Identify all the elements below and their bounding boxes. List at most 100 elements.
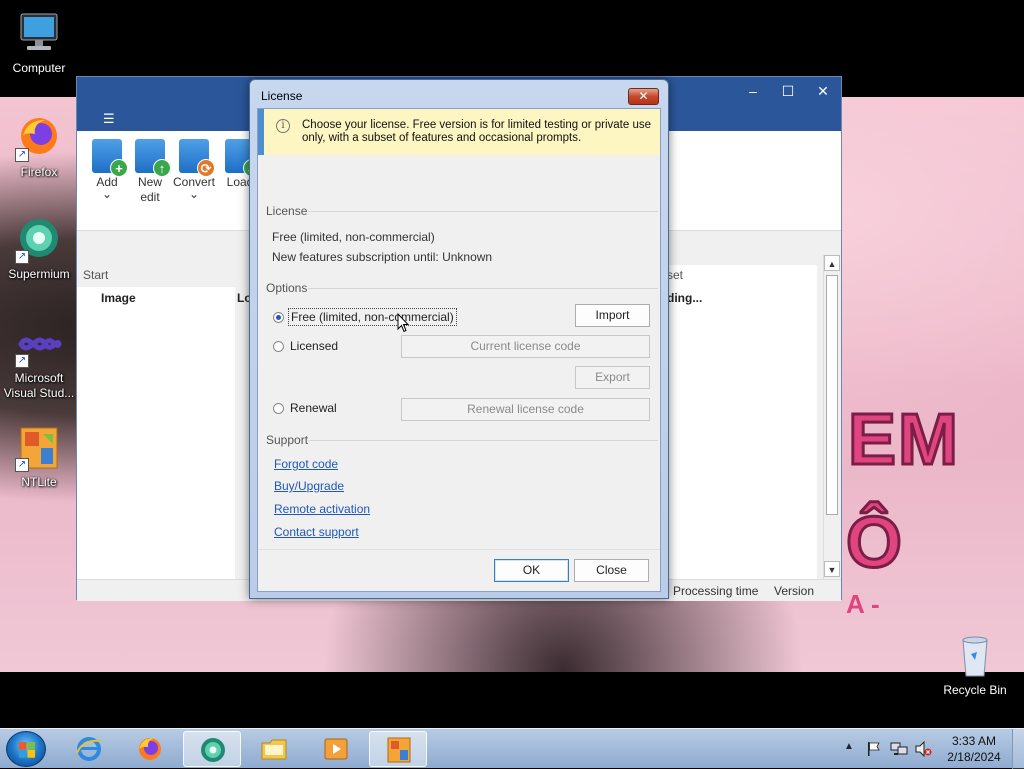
radio-button[interactable] (273, 340, 284, 352)
license-dialog: License ✕ i Choose your license. Free ve… (249, 79, 669, 599)
right-panel (667, 265, 817, 579)
scroll-down-icon[interactable]: ▼ (824, 561, 840, 577)
radio-free-label[interactable]: Free (limited, non-commercial) (288, 308, 457, 326)
new-edit-icon: ↑ (135, 139, 171, 177)
show-desktop-button[interactable] (1012, 729, 1024, 769)
taskbar: ▲ 3:33 AM 2/18/2024 (0, 728, 1024, 769)
renewal-license-code-button[interactable]: Renewal license code (401, 398, 650, 421)
status-version: Version (774, 584, 815, 598)
desktop-icon-ntlite[interactable]: ↗ NTLite (0, 424, 78, 490)
section-options-label: Options (266, 281, 308, 295)
taskbar-ntlite[interactable] (369, 731, 427, 767)
ntlite-icon (387, 737, 411, 763)
dialog-footer: OK Close (258, 549, 660, 591)
desktop-icon-visual-studio[interactable]: ↗ Microsoft Visual Stud... (0, 320, 78, 401)
volume-muted-icon[interactable] (914, 741, 932, 757)
hamburger-menu-icon[interactable]: ☰ (103, 111, 115, 127)
new-edit-label: New edit (137, 175, 162, 204)
radio-button[interactable] (273, 402, 284, 414)
section-license-label: License (266, 204, 308, 218)
info-text: Choose your license. Free version is for… (302, 119, 651, 144)
subscription-text: New features subscription until: Unknown (272, 250, 493, 264)
new-edit-button[interactable]: ↑ New edit (128, 139, 172, 205)
ntlite-icon: ↗ (15, 424, 63, 472)
show-hidden-icons-button[interactable]: ▲ (844, 741, 854, 752)
desktop-icon-computer[interactable]: Computer (0, 10, 78, 76)
import-button[interactable]: Import (575, 304, 650, 327)
supermium-icon: ↗ (15, 216, 63, 264)
desktop-icon-firefox[interactable]: ↗ Firefox (0, 114, 78, 180)
radio-button-checked[interactable] (273, 311, 284, 323)
radio-renewal-label[interactable]: Renewal (288, 400, 339, 416)
loading-text: ding... (667, 291, 703, 305)
shortcut-arrow-icon: ↗ (15, 354, 29, 368)
taskbar-media-player[interactable] (307, 731, 365, 767)
close-button[interactable]: ✕ (809, 81, 837, 101)
clock-time[interactable]: 3:33 AM (945, 734, 1003, 748)
radio-renewal[interactable]: Renewal (273, 399, 339, 417)
network-icon[interactable] (890, 741, 908, 757)
file-explorer-icon (261, 739, 287, 760)
clock-date[interactable]: 2/18/2024 (945, 750, 1003, 764)
link-remote-activation[interactable]: Remote activation (274, 502, 370, 516)
link-contact-support[interactable]: Contact support (274, 525, 359, 539)
current-license-code-button[interactable]: Current license code (401, 335, 650, 358)
link-buy-upgrade[interactable]: Buy/Upgrade (274, 479, 344, 493)
internet-explorer-icon (76, 737, 102, 761)
desktop-icon-label: Supermium (8, 267, 70, 281)
add-button[interactable]: + Add ⌄ (85, 139, 129, 201)
maximize-button[interactable]: ☐ (774, 81, 802, 101)
wallpaper-text: EM (847, 399, 960, 482)
link-forgot-code[interactable]: Forgot code (274, 457, 338, 471)
radio-free[interactable]: Free (limited, non-commercial) (273, 308, 457, 326)
convert-icon: ⟳ (179, 139, 215, 177)
start-button[interactable] (6, 731, 46, 767)
computer-icon (15, 10, 63, 58)
license-type-text: Free (limited, non-commercial) (272, 230, 435, 244)
export-button[interactable]: Export (575, 366, 650, 389)
start-header: Start (83, 268, 109, 282)
radio-licensed-label[interactable]: Licensed (288, 338, 340, 354)
vertical-scrollbar[interactable]: ▲ ▼ (823, 255, 840, 579)
shortcut-arrow-icon: ↗ (15, 148, 29, 162)
scrollbar-thumb[interactable] (826, 275, 838, 515)
close-icon: ✕ (638, 89, 649, 103)
desktop-icon-label: Computer (12, 61, 66, 75)
taskbar-file-explorer[interactable] (245, 731, 303, 767)
desktop-icon-supermium[interactable]: ↗ Supermium (0, 216, 78, 282)
wallpaper-text: Ô (844, 502, 903, 585)
visual-studio-icon: ↗ (15, 320, 63, 368)
convert-button[interactable]: ⟳ Convert ⌄ (171, 139, 217, 201)
wallpaper-text: A - (846, 589, 880, 619)
column-header-image[interactable]: Image (101, 291, 136, 305)
add-icon: + (92, 139, 128, 177)
dialog-title: License (261, 89, 303, 103)
info-banner: i Choose your license. Free version is f… (258, 109, 660, 155)
taskbar-firefox[interactable] (121, 731, 179, 767)
desktop-icon-label: Recycle Bin (943, 683, 1007, 697)
column-header-set: set (667, 268, 684, 282)
section-support-label: Support (266, 433, 309, 447)
section-divider (308, 440, 658, 441)
desktop-icon-label: Firefox (20, 165, 58, 179)
action-center-flag-icon[interactable] (866, 741, 882, 757)
dialog-body: i Choose your license. Free version is f… (257, 108, 661, 592)
scroll-up-icon[interactable]: ▲ (824, 255, 840, 271)
radio-licensed[interactable]: Licensed (273, 337, 340, 355)
taskbar-supermium[interactable] (183, 731, 241, 767)
minimize-button[interactable]: – (739, 81, 767, 101)
status-processing-time: Processing time (673, 584, 759, 598)
dialog-close-button[interactable]: ✕ (628, 88, 659, 105)
mouse-cursor-icon (397, 312, 410, 333)
chevron-down-icon: ⌄ (188, 187, 200, 201)
shortcut-arrow-icon: ↗ (15, 250, 29, 264)
desktop-icon-label: NTLite (21, 475, 57, 489)
taskbar-internet-explorer[interactable] (60, 731, 118, 767)
section-divider (308, 211, 658, 212)
info-icon: i (276, 119, 290, 133)
chevron-down-icon: ⌄ (101, 187, 113, 201)
ok-button[interactable]: OK (494, 559, 569, 582)
media-player-icon (324, 738, 348, 760)
desktop-icon-recycle-bin[interactable]: Recycle Bin (936, 632, 1014, 698)
close-dialog-button[interactable]: Close (574, 559, 649, 582)
